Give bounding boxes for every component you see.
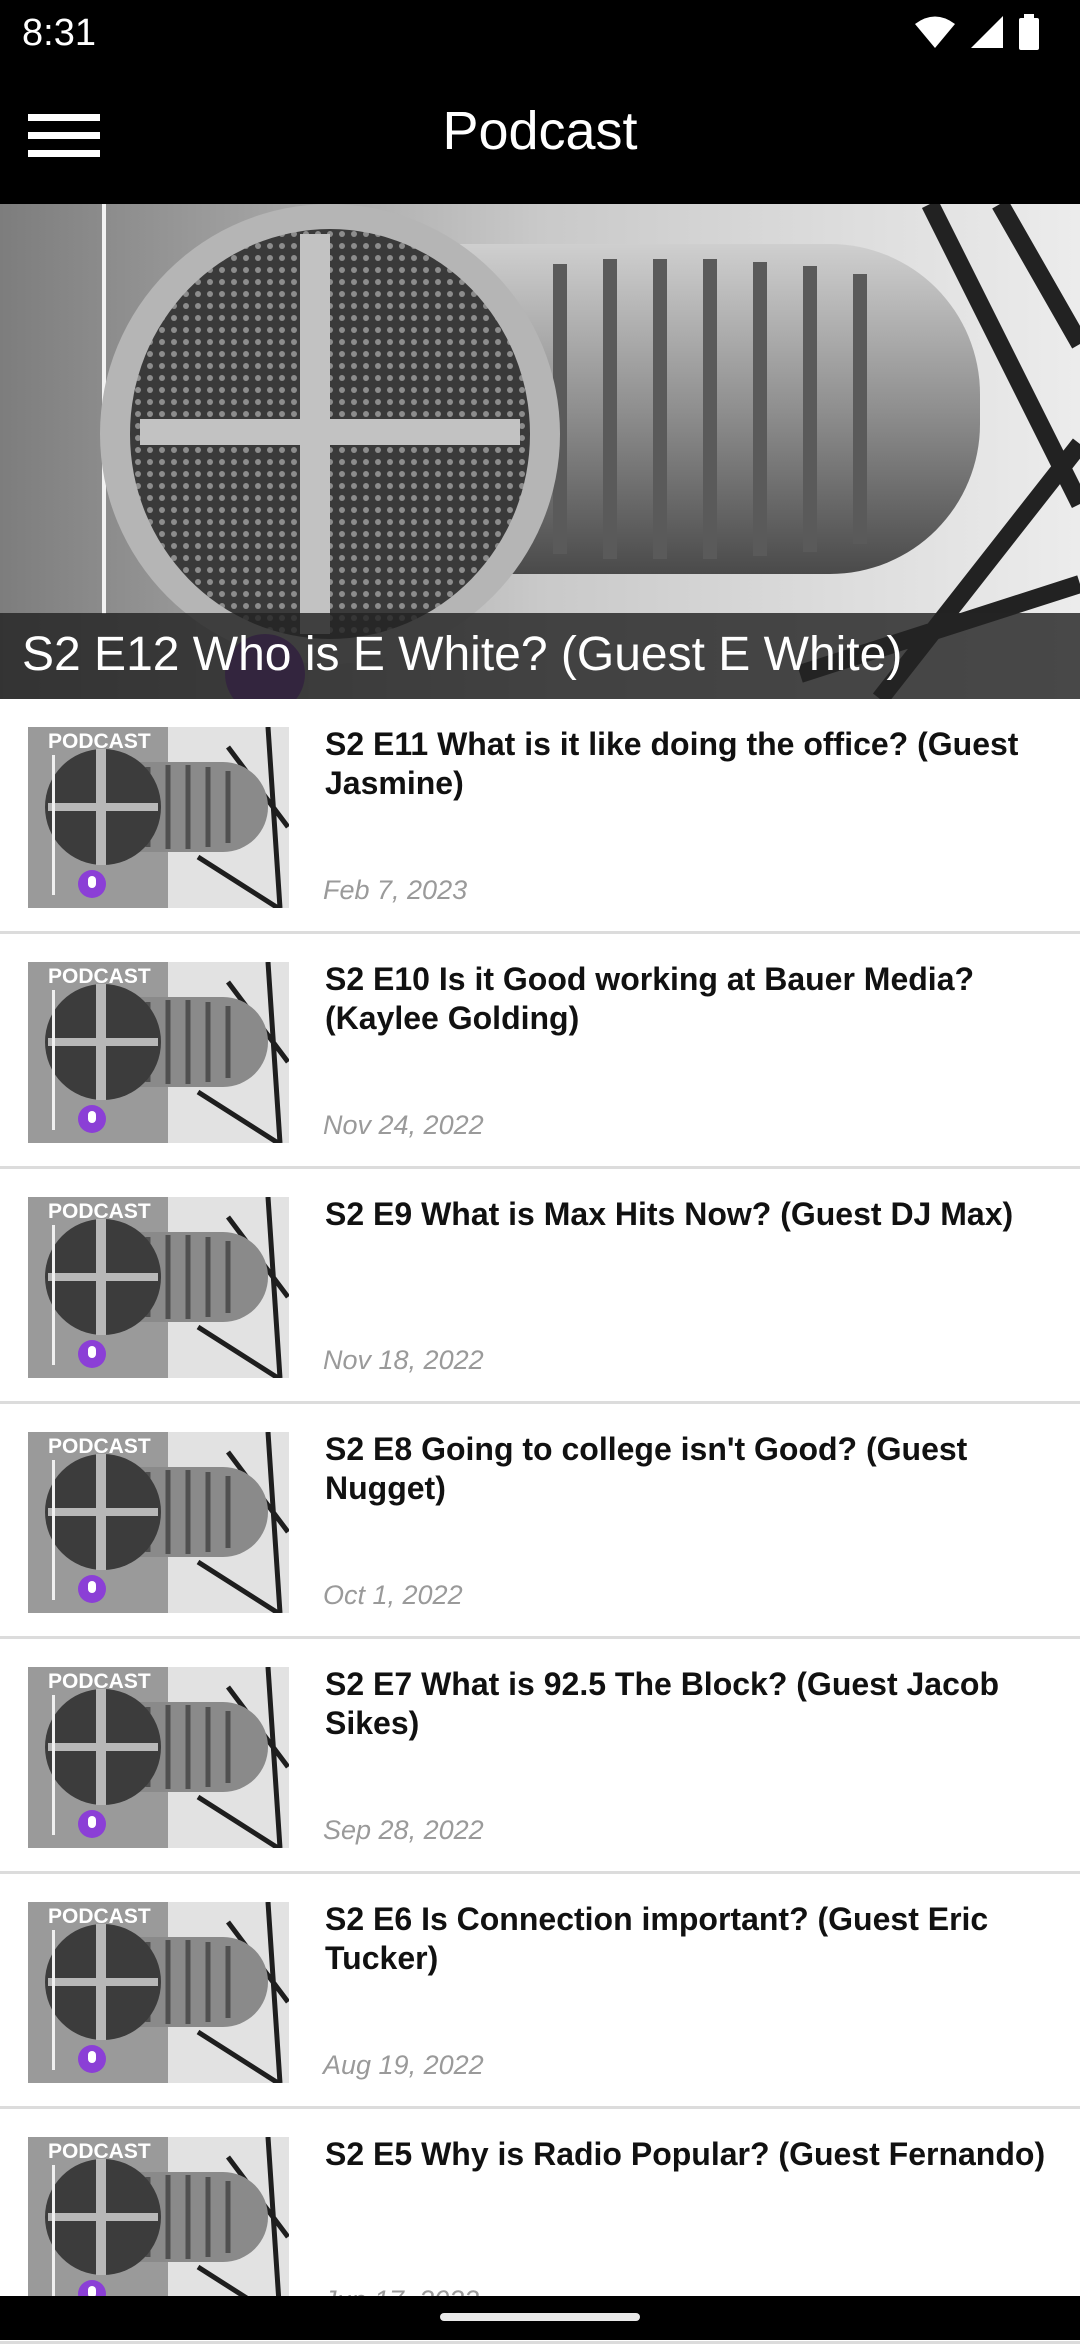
episode-date: Feb 7, 2023 bbox=[323, 875, 468, 905]
episode-row[interactable]: PODCAST S2 E8 Going to college isn't Goo… bbox=[0, 1404, 1080, 1639]
episode-date: Nov 24, 2022 bbox=[323, 1110, 484, 1140]
svg-text:PODCAST: PODCAST bbox=[48, 730, 151, 753]
cellular-signal-icon bbox=[970, 15, 1004, 54]
episode-row[interactable]: PODCAST S2 E9 What is Max Hits Now? (Gue… bbox=[0, 1169, 1080, 1404]
svg-text:PODCAST: PODCAST bbox=[48, 1905, 151, 1928]
episode-title: S2 E8 Going to college isn't Good? (Gues… bbox=[325, 1431, 968, 1506]
episode-thumbnail: PODCAST bbox=[28, 1902, 289, 2083]
episode-title: S2 E11 What is it like doing the office?… bbox=[325, 726, 1019, 801]
episode-thumbnail: PODCAST bbox=[28, 1197, 289, 1378]
episode-title: S2 E5 Why is Radio Popular? (Guest Ferna… bbox=[325, 2136, 1046, 2172]
featured-episode-title: S2 E12 Who is E White? (Guest E White) bbox=[22, 628, 903, 681]
status-icons bbox=[905, 14, 1040, 54]
episode-date: Sep 28, 2022 bbox=[323, 1815, 484, 1845]
system-nav-bar bbox=[0, 2296, 1080, 2340]
episode-title: S2 E7 What is 92.5 The Block? (Guest Jac… bbox=[325, 1666, 999, 1741]
battery-icon bbox=[1018, 14, 1040, 55]
page-title: Podcast bbox=[442, 101, 638, 161]
episode-thumbnail: PODCAST bbox=[28, 2137, 289, 2318]
home-gesture-handle[interactable] bbox=[440, 2313, 640, 2321]
svg-text:PODCAST: PODCAST bbox=[48, 965, 151, 988]
episode-title: S2 E6 Is Connection important? (Guest Er… bbox=[325, 1901, 989, 1976]
episode-row[interactable]: PODCAST S2 E11 What is it like doing the… bbox=[0, 699, 1080, 934]
episode-list: PODCAST S2 E11 What is it like doing the… bbox=[0, 699, 1080, 2344]
wifi-icon bbox=[915, 15, 956, 54]
episode-row[interactable]: PODCAST S2 E10 Is it Good working at Bau… bbox=[0, 934, 1080, 1169]
status-bar: 8:31 bbox=[0, 0, 1080, 68]
episode-thumbnail: PODCAST bbox=[28, 962, 289, 1143]
episode-row[interactable]: PODCAST S2 E7 What is 92.5 The Block? (G… bbox=[0, 1639, 1080, 1874]
status-time: 8:31 bbox=[22, 12, 96, 54]
episode-thumbnail: PODCAST bbox=[28, 1432, 289, 1613]
app-bar: Podcast bbox=[0, 68, 1080, 204]
episode-date: Aug 19, 2022 bbox=[323, 2050, 484, 2080]
episode-row[interactable]: PODCAST S2 E6 Is Connection important? (… bbox=[0, 1874, 1080, 2109]
episode-date: Nov 18, 2022 bbox=[323, 1345, 484, 1375]
episode-title: S2 E9 What is Max Hits Now? (Guest DJ Ma… bbox=[325, 1196, 1014, 1232]
svg-text:PODCAST: PODCAST bbox=[48, 2140, 151, 2163]
episode-date: Oct 1, 2022 bbox=[323, 1580, 463, 1610]
svg-text:PODCAST: PODCAST bbox=[48, 1670, 151, 1693]
episode-thumbnail: PODCAST bbox=[28, 1667, 289, 1848]
featured-caption-bar: S2 E12 Who is E White? (Guest E White) bbox=[0, 613, 1080, 699]
svg-text:PODCAST: PODCAST bbox=[48, 1200, 151, 1223]
featured-episode[interactable]: S2 E12 Who is E White? (Guest E White) bbox=[0, 204, 1080, 699]
svg-text:PODCAST: PODCAST bbox=[48, 1435, 151, 1458]
episode-thumbnail: PODCAST bbox=[28, 727, 289, 908]
episode-title: S2 E10 Is it Good working at Bauer Media… bbox=[325, 961, 975, 1036]
